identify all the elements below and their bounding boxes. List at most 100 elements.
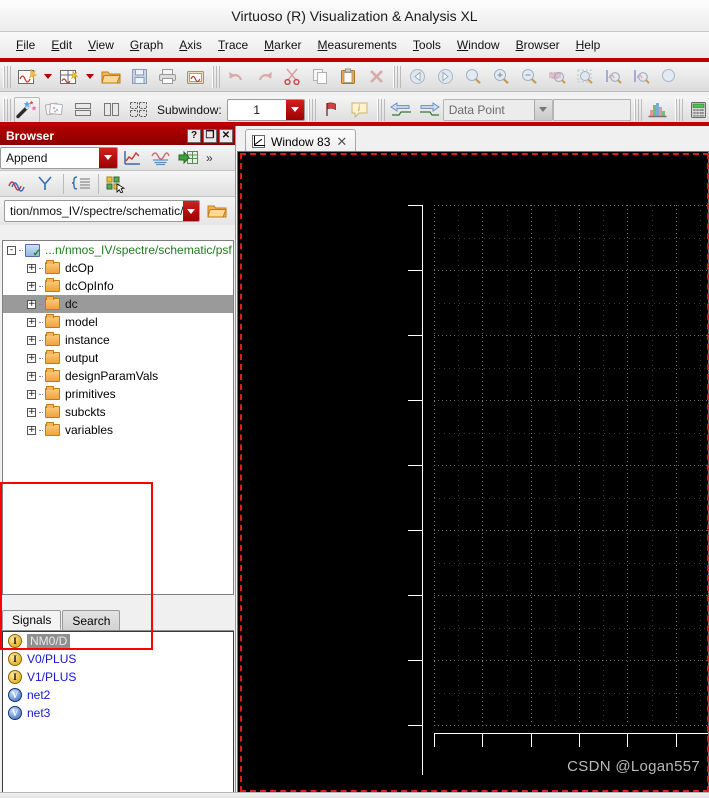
- tree-item-designparamvals[interactable]: + designParamVals: [3, 367, 233, 385]
- histogram-button[interactable]: [645, 97, 671, 123]
- wand-button[interactable]: [14, 96, 40, 123]
- toolbar-grip-2[interactable]: [212, 65, 220, 88]
- signal-item[interactable]: I NM0/D: [3, 632, 233, 650]
- close-icon[interactable]: ✕: [336, 135, 347, 148]
- expand-icon[interactable]: +: [27, 263, 36, 273]
- results-path-dropdown-icon[interactable]: [183, 201, 199, 221]
- collapse-icon[interactable]: -: [7, 245, 16, 255]
- expand-icon[interactable]: +: [27, 353, 36, 363]
- tab-window-83[interactable]: Window 83 ✕: [245, 129, 357, 153]
- tab-search[interactable]: Search: [62, 610, 121, 630]
- zoom-area-button[interactable]: [572, 64, 598, 90]
- tree-item-dcopinfo[interactable]: + dcOpInfo: [3, 277, 233, 295]
- signal-item[interactable]: Vnet2: [3, 686, 233, 704]
- signal-item[interactable]: I V0/PLUS: [3, 650, 233, 668]
- save-image-button[interactable]: [182, 64, 208, 90]
- grid-strips-button[interactable]: [126, 97, 152, 123]
- menu-item-help[interactable]: Help: [568, 35, 609, 55]
- zoom-x-button[interactable]: [544, 64, 570, 90]
- delete-button[interactable]: [363, 64, 389, 90]
- browser-overflow-chevron-icon[interactable]: »: [202, 151, 217, 165]
- help-button[interactable]: ?: [187, 128, 201, 143]
- plot-waveform-button[interactable]: [147, 145, 173, 171]
- close-button[interactable]: ✕: [219, 128, 233, 143]
- horizontal-strips-button[interactable]: [70, 97, 96, 123]
- send-to-table-button[interactable]: [175, 145, 201, 171]
- expand-icon[interactable]: +: [27, 317, 36, 327]
- subwindow-dropdown-icon[interactable]: [285, 99, 304, 120]
- menu-item-tools[interactable]: Tools: [405, 35, 449, 55]
- toolbar2-grip-4[interactable]: [633, 98, 642, 121]
- signal-item[interactable]: I V1/PLUS: [3, 668, 233, 686]
- tree-item-dc[interactable]: + dc: [3, 295, 233, 313]
- zoom-out-button[interactable]: [516, 64, 542, 90]
- data-point-field[interactable]: [552, 98, 631, 121]
- zoom-reset-button[interactable]: [656, 64, 682, 90]
- open-button[interactable]: [98, 64, 124, 90]
- tree-item--n-nmos-iv-spectre-schematic-psf[interactable]: - ...n/nmos_IV/spectre/schematic/psf: [3, 241, 233, 259]
- expand-icon[interactable]: +: [27, 407, 36, 417]
- menu-item-axis[interactable]: Axis: [171, 35, 210, 55]
- tree-item-variables[interactable]: + variables: [3, 421, 233, 439]
- results-path-combo[interactable]: tion/nmos_IV/spectre/schematic/psf: [4, 200, 200, 222]
- pan-left-button[interactable]: [404, 64, 430, 90]
- marker-prev-button[interactable]: [388, 97, 414, 123]
- tree-item-instance[interactable]: + instance: [3, 331, 233, 349]
- browse-results-button[interactable]: [204, 198, 230, 224]
- signals-list[interactable]: I NM0/D I V0/PLUS I V1/PLUS Vnet2 Vnet3: [2, 631, 234, 798]
- tree-item-dcop[interactable]: + dcOp: [3, 259, 233, 277]
- cards-button[interactable]: [42, 97, 68, 123]
- tree-item-subckts[interactable]: + subckts: [3, 403, 233, 421]
- toolbar-grip-3[interactable]: [393, 65, 401, 88]
- new-graph-window-button[interactable]: [14, 64, 40, 90]
- new-subwindow-dropdown-icon[interactable]: [86, 74, 94, 79]
- expand-icon[interactable]: +: [27, 281, 36, 291]
- tab-signals[interactable]: Signals: [2, 610, 62, 630]
- expand-icon[interactable]: +: [27, 389, 36, 399]
- zoom-vertical-in-button[interactable]: [600, 64, 626, 90]
- tree-item-model[interactable]: + model: [3, 313, 233, 331]
- menu-item-marker[interactable]: Marker: [256, 35, 309, 55]
- pan-right-button[interactable]: [432, 64, 458, 90]
- marker-next-button[interactable]: [416, 97, 442, 123]
- flag-button[interactable]: [319, 97, 345, 123]
- expand-icon[interactable]: +: [27, 371, 36, 381]
- menu-item-view[interactable]: View: [80, 35, 122, 55]
- tree-item-primitives[interactable]: + primitives: [3, 385, 233, 403]
- plot-trace-button[interactable]: [119, 145, 145, 171]
- results-tree[interactable]: - ...n/nmos_IV/spectre/schematic/psf + dcOp…: [2, 240, 234, 595]
- expression-button[interactable]: [68, 171, 94, 197]
- toolbar2-grip-3[interactable]: [376, 98, 385, 121]
- append-mode-combo[interactable]: Append: [0, 146, 118, 169]
- zoom-fit-button[interactable]: [460, 64, 486, 90]
- menu-item-browser[interactable]: Browser: [508, 35, 568, 55]
- menu-item-edit[interactable]: Edit: [43, 35, 80, 55]
- undock-button[interactable]: ❐: [203, 128, 217, 143]
- expand-icon[interactable]: +: [27, 425, 36, 435]
- copy-button[interactable]: [307, 64, 333, 90]
- menu-item-file[interactable]: File: [8, 35, 43, 55]
- info-button[interactable]: i: [347, 97, 373, 123]
- append-mode-dropdown-icon[interactable]: [99, 147, 117, 168]
- save-button[interactable]: [126, 64, 152, 90]
- menu-item-trace[interactable]: Trace: [210, 35, 256, 55]
- branch-button[interactable]: [33, 171, 59, 197]
- zoom-vertical-out-button[interactable]: [628, 64, 654, 90]
- toolbar2-grip-2[interactable]: [307, 98, 316, 121]
- calculator-button[interactable]: [686, 97, 709, 123]
- menu-item-measurements[interactable]: Measurements: [310, 35, 405, 55]
- redo-button[interactable]: [251, 64, 277, 90]
- new-subwindow-button[interactable]: [56, 64, 82, 90]
- new-graph-dropdown-icon[interactable]: [44, 74, 52, 79]
- subwindow-combo[interactable]: 1: [226, 98, 305, 121]
- print-button[interactable]: [154, 64, 180, 90]
- menu-item-graph[interactable]: Graph: [122, 35, 171, 55]
- signal-item[interactable]: Vnet3: [3, 704, 233, 722]
- expand-icon[interactable]: +: [27, 335, 36, 345]
- undo-button[interactable]: [223, 64, 249, 90]
- cut-button[interactable]: [279, 64, 305, 90]
- toolbar2-grip-5[interactable]: [674, 98, 683, 121]
- select-group-button[interactable]: [103, 171, 129, 197]
- data-point-combo[interactable]: Data Point: [442, 98, 553, 121]
- toolbar2-grip[interactable]: [3, 98, 11, 121]
